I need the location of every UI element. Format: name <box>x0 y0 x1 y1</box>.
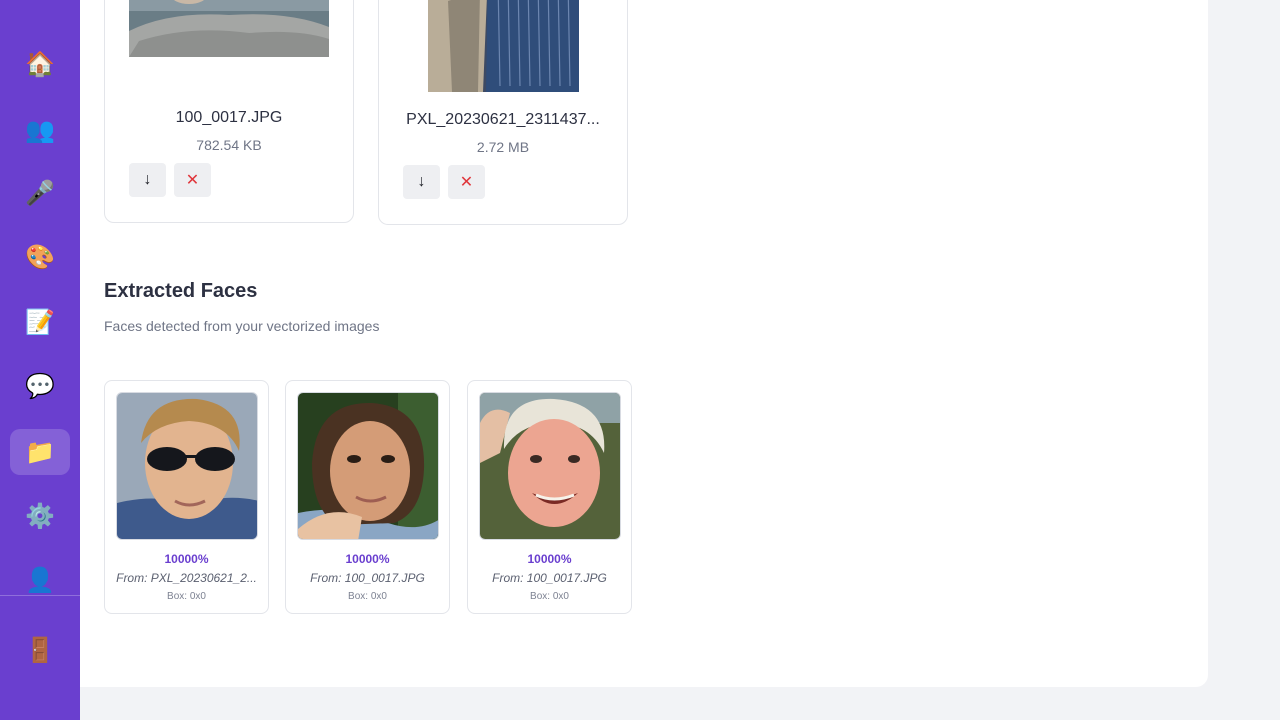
face-confidence: 10000% <box>164 552 209 566</box>
file-name: 100_0017.JPG <box>175 109 283 126</box>
face-confidence: 10000% <box>527 552 572 566</box>
folder-icon: 📁 <box>25 438 55 466</box>
main-panel: 100_0017.JPG 782.54 KB ↓ ✕ PXL_20230621_… <box>80 0 1208 687</box>
face-box: Box: 0x0 <box>167 591 206 602</box>
close-icon: ✕ <box>185 172 200 189</box>
arrow-down-icon: ↓ <box>417 173 426 190</box>
nav-settings[interactable]: ⚙️ <box>10 493 70 539</box>
nav-notes[interactable]: 📝 <box>10 299 70 345</box>
microphone-icon: 🎤 <box>25 179 55 207</box>
file-thumbnail[interactable] <box>129 0 329 57</box>
nav-style[interactable]: 🎨 <box>10 234 70 280</box>
nav-people[interactable]: 👥 <box>10 107 70 153</box>
nav-profile[interactable]: 👤 <box>10 557 70 603</box>
face-card[interactable]: 10000% From: 100_0017.JPG Box: 0x0 <box>285 380 450 614</box>
arrow-down-icon: ↓ <box>143 171 152 188</box>
face-source: From: PXL_20230621_2... <box>116 571 257 585</box>
home-icon: 🏠 <box>25 50 55 78</box>
nav-files[interactable]: 📁 <box>10 429 70 475</box>
nav-logout[interactable]: 🚪 <box>10 627 70 673</box>
face-source: From: 100_0017.JPG <box>310 571 425 585</box>
file-card: PXL_20230621_2311437... 2.72 MB ↓ ✕ <box>378 0 628 225</box>
face-image <box>116 392 258 540</box>
remove-button[interactable]: ✕ <box>448 165 485 199</box>
sidebar-divider <box>0 595 80 596</box>
file-card: 100_0017.JPG 782.54 KB ↓ ✕ <box>104 0 354 223</box>
download-button[interactable]: ↓ <box>129 163 166 197</box>
face-source: From: 100_0017.JPG <box>492 571 607 585</box>
face-box: Box: 0x0 <box>530 591 569 602</box>
chat-icon: 💬 <box>25 372 55 400</box>
file-size: 2.72 MB <box>476 139 530 155</box>
nav-voice[interactable]: 🎤 <box>10 170 70 216</box>
door-icon: 🚪 <box>25 636 55 664</box>
face-image <box>297 392 439 540</box>
download-button[interactable]: ↓ <box>403 165 440 199</box>
file-name: PXL_20230621_2311437... <box>406 111 600 128</box>
face-box: Box: 0x0 <box>348 591 387 602</box>
file-size: 782.54 KB <box>196 137 262 153</box>
face-confidence: 10000% <box>345 552 390 566</box>
people-icon: 👥 <box>25 116 55 144</box>
memo-icon: 📝 <box>25 308 55 336</box>
gear-icon: ⚙️ <box>25 502 55 530</box>
sidebar: 🏠 👥 🎤 🎨 📝 💬 📁 ⚙️ 👤 🚪 <box>0 0 80 720</box>
nav-chat[interactable]: 💬 <box>10 363 70 409</box>
user-icon: 👤 <box>25 566 55 594</box>
remove-button[interactable]: ✕ <box>174 163 211 197</box>
file-thumbnail[interactable] <box>428 0 579 92</box>
palette-icon: 🎨 <box>25 243 55 271</box>
nav-home[interactable]: 🏠 <box>10 41 70 87</box>
face-card[interactable]: 10000% From: PXL_20230621_2... Box: 0x0 <box>104 380 269 614</box>
face-card[interactable]: 10000% From: 100_0017.JPG Box: 0x0 <box>467 380 632 614</box>
close-icon: ✕ <box>459 174 474 191</box>
section-subtitle: Faces detected from your vectorized imag… <box>104 318 380 334</box>
face-image <box>479 392 621 540</box>
section-title: Extracted Faces <box>104 280 258 302</box>
